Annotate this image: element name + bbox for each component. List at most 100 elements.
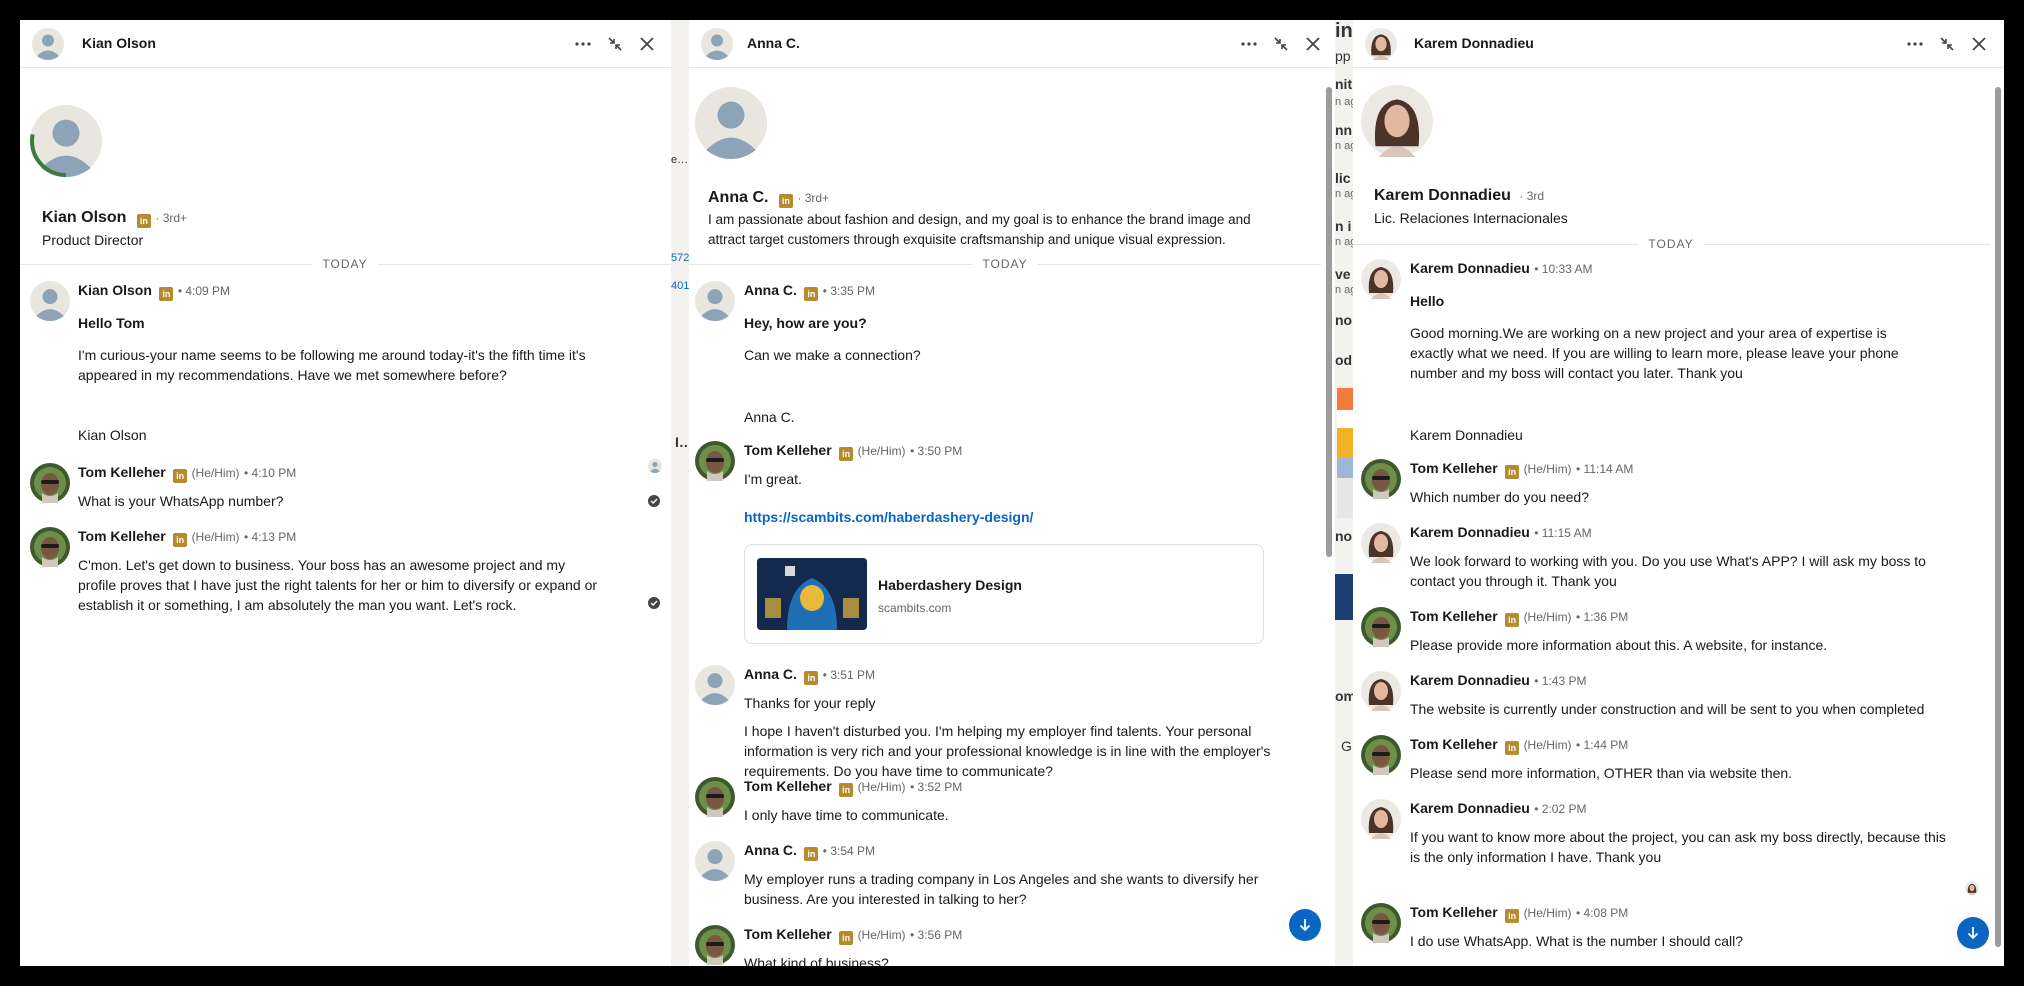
avatar[interactable]: [701, 28, 733, 60]
sender-name[interactable]: Anna C.: [744, 842, 797, 858]
message-header: Tom Kelleher in (He/Him) • 4:08 PM: [1410, 904, 1628, 923]
sender-name[interactable]: Tom Kelleher: [744, 442, 832, 458]
profile-avatar-large[interactable]: [1361, 85, 1433, 157]
linkedin-badge-icon: in: [778, 194, 793, 208]
chat-header[interactable]: Karem Donnadieu: [1353, 20, 2004, 68]
avatar[interactable]: [1365, 28, 1397, 60]
sender-name[interactable]: Tom Kelleher: [78, 464, 166, 480]
avatar[interactable]: [695, 665, 735, 705]
avatar[interactable]: [1361, 259, 1401, 299]
scrollbar-thumb[interactable]: [1326, 87, 1332, 557]
profile-avatar-large[interactable]: [695, 87, 767, 159]
minimize-button[interactable]: [1267, 30, 1295, 58]
profile-name[interactable]: Karem Donnadieu: [1374, 187, 1511, 204]
profile-name[interactable]: Kian Olson: [42, 209, 126, 226]
message-link[interactable]: https://scambits.com/haberdashery-design…: [744, 509, 1033, 525]
bg-fragment: nit: [1335, 76, 1353, 92]
avatar[interactable]: [695, 841, 735, 881]
avatar[interactable]: [695, 777, 735, 817]
avatar[interactable]: [1361, 671, 1401, 711]
message-text: Can we make a connection?: [744, 347, 921, 363]
chat-body[interactable]: Kian Olson in · 3rd+ Product Director TO…: [20, 69, 671, 966]
sender-name[interactable]: Karem Donnadieu: [1410, 260, 1530, 276]
linkedin-badge-icon: in: [804, 287, 819, 301]
sender-pronoun: (He/Him): [1523, 906, 1572, 920]
profile-avatar-large[interactable]: [30, 105, 102, 177]
chat-title[interactable]: Kian Olson: [82, 35, 156, 51]
seen-avatar-icon: [1965, 881, 1979, 895]
message-text: My employer runs a trading company in Lo…: [744, 871, 1259, 907]
message-text: Hello Tom: [78, 315, 145, 331]
message-text: What kind of business?: [744, 955, 889, 966]
avatar[interactable]: [1361, 459, 1401, 499]
avatar[interactable]: [30, 281, 70, 321]
chat-body[interactable]: Karem Donnadieu · 3rd Lic. Relaciones In…: [1353, 69, 2004, 966]
avatar[interactable]: [695, 281, 735, 321]
more-options-button[interactable]: [1901, 30, 1929, 58]
minimize-icon: [608, 37, 622, 51]
connection-degree: · 3rd+: [797, 191, 830, 205]
message-time: • 1:36 PM: [1576, 610, 1629, 624]
linkedin-badge-icon: in: [804, 671, 819, 685]
sender-pronoun: (He/Him): [191, 530, 240, 544]
sender-name[interactable]: Tom Kelleher: [1410, 608, 1498, 624]
sender-name[interactable]: Karem Donnadieu: [1410, 672, 1530, 688]
sender-name[interactable]: Karem Donnadieu: [1410, 524, 1530, 540]
avatar[interactable]: [695, 441, 735, 481]
sender-name[interactable]: Anna C.: [744, 282, 797, 298]
linkedin-badge-icon: in: [1505, 465, 1520, 479]
avatar[interactable]: [32, 28, 64, 60]
minimize-button[interactable]: [601, 30, 629, 58]
link-preview-title[interactable]: Haberdashery Design: [878, 577, 1022, 593]
scrollbar-thumb[interactable]: [1995, 87, 2001, 947]
avatar[interactable]: [1361, 607, 1401, 647]
message-text: C'mon. Let's get down to business. Your …: [78, 557, 598, 613]
chat-panel-anna-c: Anna C. Anna C. in · 3rd+ I am passionat…: [689, 20, 1335, 966]
message-text: Hey, how are you?: [744, 315, 867, 331]
avatar[interactable]: [1361, 903, 1401, 943]
message-text: We look forward to working with you. Do …: [1410, 553, 1926, 589]
sender-name[interactable]: Karem Donnadieu: [1410, 800, 1530, 816]
profile-name-row: Karem Donnadieu · 3rd: [1374, 187, 1544, 205]
scroll-to-bottom-button[interactable]: [1289, 909, 1321, 941]
sender-name[interactable]: Tom Kelleher: [1410, 460, 1498, 476]
avatar[interactable]: [1361, 735, 1401, 775]
avatar[interactable]: [1361, 523, 1401, 563]
bg-fragment: od: [1335, 352, 1353, 368]
bg-fragment: e…: [671, 154, 689, 166]
avatar[interactable]: [30, 527, 70, 567]
profile-name[interactable]: Anna C.: [708, 189, 768, 206]
close-button[interactable]: [1299, 30, 1327, 58]
linkedin-badge-icon: in: [804, 847, 819, 861]
avatar[interactable]: [30, 463, 70, 503]
sender-name[interactable]: Tom Kelleher: [1410, 736, 1498, 752]
chat-body[interactable]: Anna C. in · 3rd+ I am passionate about …: [689, 69, 1335, 966]
bg-fragment: 572: [671, 252, 690, 264]
chat-title[interactable]: Karem Donnadieu: [1414, 35, 1534, 51]
sender-name[interactable]: Tom Kelleher: [78, 528, 166, 544]
close-button[interactable]: [1965, 30, 1993, 58]
minimize-button[interactable]: [1933, 30, 1961, 58]
sender-name[interactable]: Anna C.: [744, 666, 797, 682]
scroll-to-bottom-button[interactable]: [1957, 917, 1989, 949]
chat-header[interactable]: Anna C.: [689, 20, 1335, 68]
chat-title[interactable]: Anna C.: [747, 35, 800, 51]
message-text: Good morning.We are working on a new pro…: [1410, 325, 1899, 381]
avatar[interactable]: [695, 925, 735, 965]
message-header: Tom Kelleher in (He/Him) • 1:44 PM: [1410, 736, 1628, 755]
close-button[interactable]: [633, 30, 661, 58]
link-preview-card[interactable]: Haberdashery Design scambits.com: [744, 544, 1264, 644]
more-options-button[interactable]: [1235, 30, 1263, 58]
message-header: Tom Kelleher in (He/Him) • 4:10 PM: [78, 464, 296, 483]
bg-fragment: no: [1335, 528, 1353, 544]
avatar[interactable]: [1361, 799, 1401, 839]
message-time: • 1:43 PM: [1534, 674, 1587, 688]
sender-name[interactable]: Tom Kelleher: [744, 778, 832, 794]
more-options-button[interactable]: [569, 30, 597, 58]
message-time: • 11:15 AM: [1534, 526, 1592, 540]
sender-name[interactable]: Kian Olson: [78, 282, 152, 298]
sender-name[interactable]: Tom Kelleher: [1410, 904, 1498, 920]
sender-name[interactable]: Tom Kelleher: [744, 926, 832, 942]
chat-header[interactable]: Kian Olson: [20, 20, 671, 68]
linkedin-badge-icon: in: [839, 931, 854, 945]
